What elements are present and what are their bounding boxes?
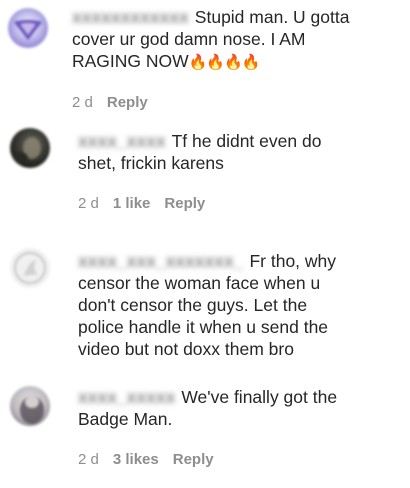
comment-text: xxxx_xxxxx We've finally got the Badge Ma… — [78, 386, 338, 429]
likes-count[interactable]: 3 likes — [113, 451, 159, 468]
comment-username[interactable]: xxxx_xxxxx — [78, 386, 175, 408]
comment-meta: 2 d 3 likes Reply — [78, 451, 214, 468]
reply-button[interactable]: Reply — [164, 195, 205, 212]
reply-button[interactable]: Reply — [107, 94, 148, 111]
fire-emoji-icon: 🔥🔥🔥🔥 — [188, 54, 261, 71]
reply-button[interactable]: Reply — [173, 451, 214, 468]
avatar[interactable] — [8, 8, 48, 48]
avatar-image-icon — [10, 386, 50, 426]
likes-count[interactable]: 1 like — [113, 195, 151, 212]
avatar-image-icon — [8, 8, 48, 48]
comment-timestamp: 2 d — [72, 94, 93, 111]
avatar[interactable] — [10, 128, 50, 168]
avatar[interactable] — [10, 386, 50, 426]
comment-text: xxxxxxxxxxxx Stupid man. U gotta cover ur… — [72, 6, 350, 71]
comment-text: xxxx_xxxx Tf he didnt even do shet, frick… — [78, 130, 322, 173]
comment-meta: 2 d 1 like Reply — [78, 195, 205, 212]
avatar-image-icon — [10, 248, 50, 288]
comment-timestamp: 2 d — [78, 195, 99, 212]
comment-username[interactable]: xxxx_xxx_xxxxxxx_ — [78, 250, 243, 272]
comment-text: xxxx_xxx_xxxxxxx_ Fr tho, why censor the … — [78, 250, 337, 359]
comment-meta: 2 d Reply — [72, 94, 148, 111]
comment-username[interactable]: xxxx_xxxx — [78, 130, 166, 152]
comment-timestamp: 2 d — [78, 451, 99, 468]
comment-username[interactable]: xxxxxxxxxxxx — [72, 6, 189, 28]
avatar-image-icon — [10, 128, 50, 168]
avatar[interactable] — [10, 248, 50, 288]
